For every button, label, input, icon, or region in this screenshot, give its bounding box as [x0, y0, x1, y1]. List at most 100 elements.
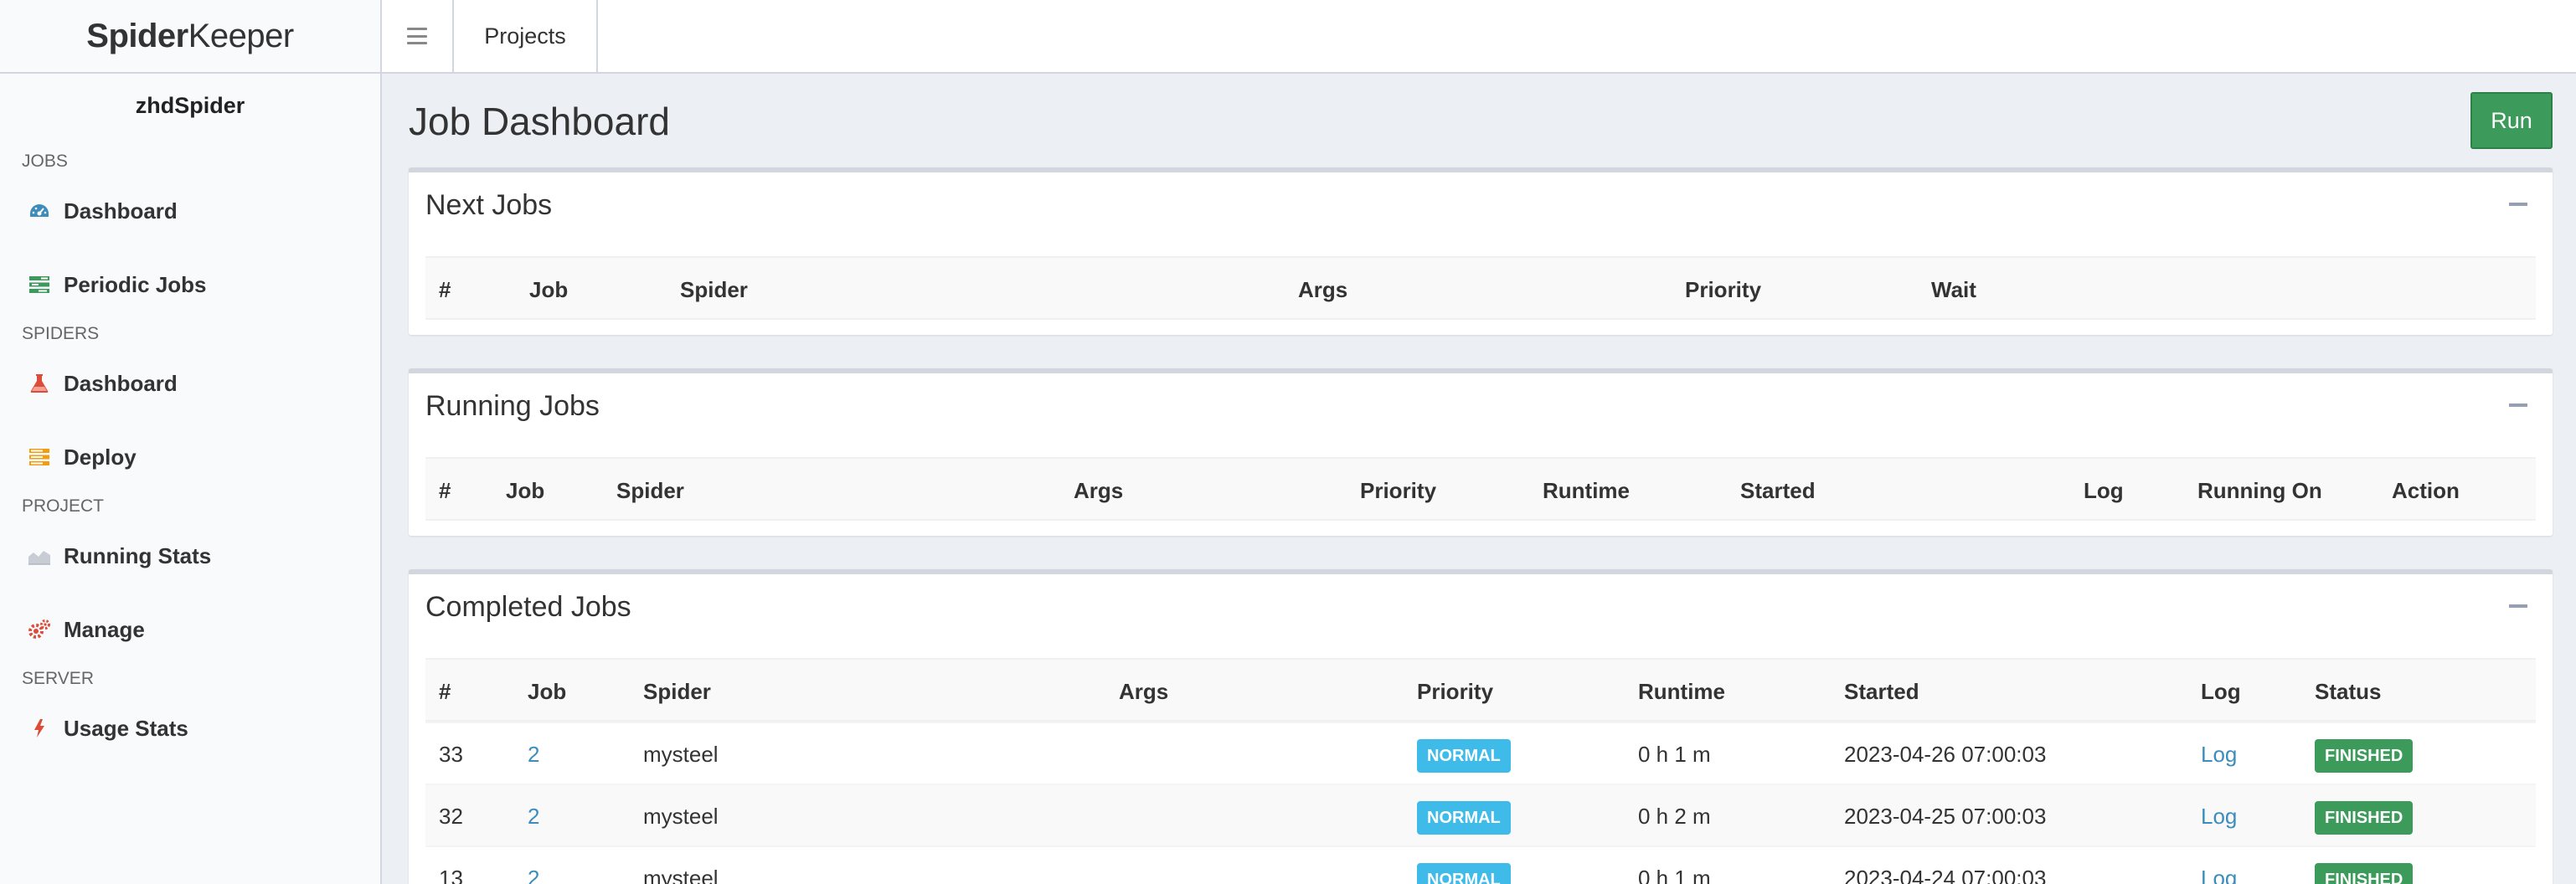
column-header: Wait — [1931, 277, 1976, 302]
runtime-cell: 0 h 1 m — [1638, 866, 1711, 884]
log-cell: Log — [2201, 785, 2237, 847]
log-link[interactable]: Log — [2201, 804, 2237, 829]
job-id-cell: 2 — [528, 723, 539, 785]
sidebar-item-usage-stats[interactable]: Usage Stats — [0, 691, 380, 765]
status-badge: FINISHED — [2315, 863, 2414, 884]
column-header: Runtime — [1638, 679, 1725, 704]
spider-name: mysteel — [643, 742, 719, 767]
sidebar-item-spiders-dashboard[interactable]: Dashboard — [0, 347, 380, 420]
column-header: # — [439, 478, 451, 503]
menu-toggle-button[interactable] — [382, 0, 454, 72]
column-header: Priority — [1417, 679, 1494, 704]
priority-cell: NORMAL — [1417, 723, 1511, 785]
app-logo[interactable]: Spider Keeper — [0, 0, 382, 72]
job-number: 32 — [439, 804, 463, 829]
flask-icon — [25, 372, 54, 395]
column-header: Job — [506, 478, 545, 503]
column-header: Priority — [1360, 478, 1437, 503]
log-cell: Log — [2201, 723, 2237, 785]
job-link[interactable]: 2 — [528, 804, 539, 829]
tasks-icon — [25, 273, 54, 296]
collapse-icon[interactable] — [2509, 604, 2527, 608]
sidebar-item-jobs-dashboard[interactable]: Dashboard — [0, 174, 380, 248]
log-link[interactable]: Log — [2201, 866, 2237, 884]
priority-badge: NORMAL — [1417, 739, 1511, 774]
sidebar-item-label: Running Stats — [64, 542, 212, 568]
next-jobs-box: Next Jobs # Job Spider Args Priority Wai… — [409, 167, 2553, 335]
column-header: Spider — [643, 679, 711, 704]
sidebar-item-running-stats[interactable]: Running Stats — [0, 519, 380, 593]
job-link[interactable]: 2 — [528, 742, 539, 767]
priority-badge: NORMAL — [1417, 801, 1511, 835]
area-chart-icon — [25, 544, 54, 568]
logo-bold-text: Spider — [86, 17, 188, 54]
column-header: Running On — [2197, 478, 2322, 503]
table-header-row: # Job Spider Args Priority Wait — [425, 256, 2536, 320]
table-row: 13 2 mysteel NORMAL 0 h 1 m 2023-04-24 0… — [425, 845, 2536, 884]
run-button[interactable]: Run — [2470, 92, 2553, 149]
sidebar-item-deploy[interactable]: Deploy — [0, 420, 380, 494]
started-cell: 2023-04-26 07:00:03 — [1844, 742, 2047, 767]
log-link[interactable]: Log — [2201, 742, 2237, 767]
nav-projects-link[interactable]: Projects — [454, 0, 598, 72]
status-cell: FINISHED — [2315, 723, 2414, 785]
dashboard-icon — [25, 199, 54, 223]
sidebar-section-server: SERVER — [22, 669, 94, 688]
sidebar-item-periodic-jobs[interactable]: Periodic Jobs — [0, 248, 380, 321]
top-header: Spider Keeper Projects — [0, 0, 2576, 74]
column-header: Log — [2084, 478, 2124, 503]
column-header: Job — [528, 679, 567, 704]
sidebar-section-spiders: SPIDERS — [22, 324, 100, 343]
job-number: 33 — [439, 742, 463, 767]
column-header: Job — [529, 277, 569, 302]
page-title: Job Dashboard — [409, 100, 670, 143]
sidebar-item-label: Dashboard — [64, 198, 178, 224]
job-link[interactable]: 2 — [528, 866, 539, 884]
column-header: # — [439, 277, 451, 302]
column-header: Action — [2392, 478, 2460, 503]
table-row: 32 2 mysteel NORMAL 0 h 2 m 2023-04-25 0… — [425, 784, 2536, 845]
job-id-cell: 2 — [528, 847, 539, 884]
server-icon — [25, 445, 54, 469]
column-header: Priority — [1685, 277, 1762, 302]
spider-name: mysteel — [643, 804, 719, 829]
running-jobs-title: Running Jobs — [425, 390, 600, 422]
collapse-icon[interactable] — [2509, 203, 2527, 206]
sidebar-item-manage[interactable]: Manage — [0, 593, 380, 666]
hamburger-icon — [407, 28, 427, 44]
sidebar-item-label: Manage — [64, 616, 145, 642]
completed-jobs-title: Completed Jobs — [425, 591, 631, 623]
sidebar-item-label: Deploy — [64, 444, 137, 470]
column-header: Status — [2315, 679, 2382, 704]
column-header: Log — [2201, 679, 2241, 704]
sidebar-item-label: Usage Stats — [64, 715, 188, 741]
bolt-icon — [25, 717, 54, 740]
running-jobs-box: Running Jobs # Job Spider Args Priority … — [409, 368, 2553, 536]
priority-badge: NORMAL — [1417, 863, 1511, 884]
column-header: Spider — [680, 277, 748, 302]
column-header: Runtime — [1543, 478, 1630, 503]
status-badge: FINISHED — [2315, 801, 2414, 835]
sidebar-section-project: PROJECT — [22, 496, 105, 516]
column-header: Args — [1119, 679, 1169, 704]
status-cell: FINISHED — [2315, 785, 2414, 847]
table-header-row: # Job Spider Args Priority Runtime Start… — [425, 658, 2536, 722]
priority-cell: NORMAL — [1417, 785, 1511, 847]
job-number: 13 — [439, 866, 463, 884]
sidebar-item-label: Periodic Jobs — [64, 271, 207, 297]
collapse-icon[interactable] — [2509, 403, 2527, 407]
job-id-cell: 2 — [528, 785, 539, 847]
sidebar-section-jobs: JOBS — [22, 152, 68, 171]
next-jobs-table: # Job Spider Args Priority Wait — [425, 256, 2536, 320]
started-cell: 2023-04-24 07:00:03 — [1844, 866, 2047, 884]
column-header: Started — [1740, 478, 1816, 503]
next-jobs-title: Next Jobs — [425, 189, 553, 221]
column-header: # — [439, 679, 451, 704]
priority-cell: NORMAL — [1417, 847, 1511, 884]
sidebar-item-label: Dashboard — [64, 370, 178, 396]
started-cell: 2023-04-25 07:00:03 — [1844, 804, 2047, 829]
table-row: 33 2 mysteel NORMAL 0 h 1 m 2023-04-26 0… — [425, 722, 2536, 784]
runtime-cell: 0 h 1 m — [1638, 742, 1711, 767]
column-header: Args — [1298, 277, 1348, 302]
status-badge: FINISHED — [2315, 739, 2414, 774]
